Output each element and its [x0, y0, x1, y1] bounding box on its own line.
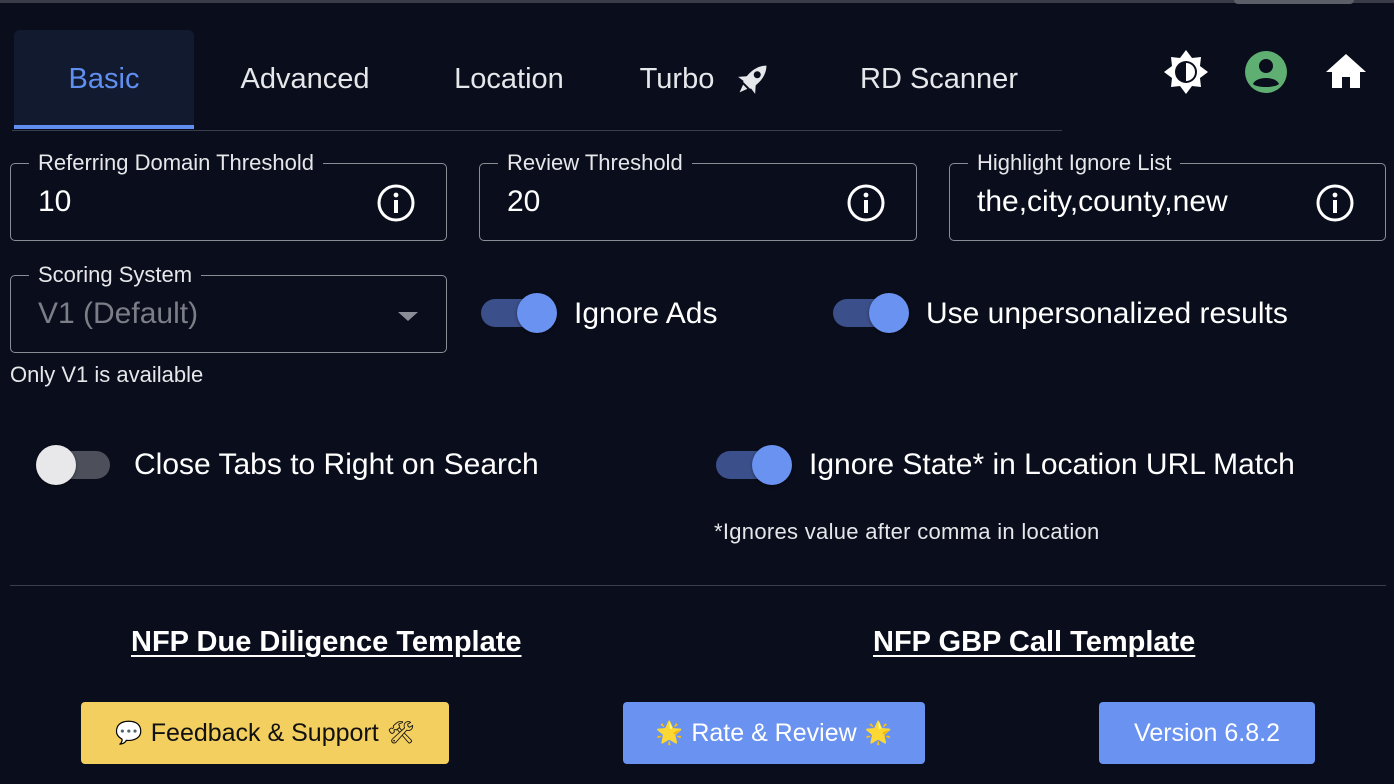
toggle-knob	[752, 445, 792, 485]
version-button[interactable]: Version 6.8.2	[1099, 702, 1315, 764]
window-scroll-handle	[1234, 0, 1354, 4]
ignore-state-label[interactable]: Ignore State* in Location URL Match	[809, 448, 1295, 482]
scoring-system-helper: Only V1 is available	[10, 362, 204, 387]
unpersonalized-results-toggle[interactable]	[833, 287, 909, 339]
home-icon[interactable]	[1324, 50, 1368, 94]
speech-bubble-icon: 💬	[115, 720, 143, 746]
rate-review-label: Rate & Review	[691, 718, 857, 747]
toggle-knob	[36, 445, 76, 485]
section-divider	[10, 585, 1386, 586]
review-threshold-value[interactable]: 20	[507, 185, 540, 219]
feedback-support-label: Feedback & Support	[150, 718, 379, 747]
account-icon[interactable]	[1244, 50, 1288, 94]
info-icon[interactable]	[376, 183, 416, 223]
ignore-ads-toggle[interactable]	[481, 287, 557, 339]
highlight-ignore-list-field[interactable]: Highlight Ignore List the,city,county,ne…	[949, 150, 1386, 241]
referring-domain-threshold-field[interactable]: Referring Domain Threshold 10	[10, 150, 447, 241]
settings-page: Basic Advanced Location Turbo RD Scanner	[0, 0, 1394, 784]
ignore-state-footnote: *Ignores value after comma in location	[714, 519, 1100, 544]
star-icon: 🌟	[864, 720, 893, 746]
gbp-call-template-link[interactable]: NFP GBP Call Template	[873, 626, 1195, 659]
tab-basic[interactable]: Basic	[14, 30, 194, 129]
review-threshold-label: Review Threshold	[498, 150, 692, 176]
close-tabs-toggle[interactable]	[36, 439, 112, 491]
tab-turbo-label: Turbo	[639, 62, 715, 95]
referring-domain-threshold-label: Referring Domain Threshold	[29, 150, 323, 176]
scoring-system-select[interactable]: Scoring System V1 (Default)	[10, 262, 447, 353]
toggle-knob	[869, 293, 909, 333]
ignore-ads-label[interactable]: Ignore Ads	[574, 297, 717, 331]
scoring-system-value: V1 (Default)	[38, 297, 199, 330]
tab-rd-scanner[interactable]: RD Scanner	[834, 30, 1044, 128]
star-icon: 🌟	[655, 720, 684, 746]
tab-location-label: Location	[454, 62, 564, 95]
due-diligence-template-link[interactable]: NFP Due Diligence Template	[131, 626, 522, 659]
tools-icon: 🛠	[386, 720, 415, 746]
brightness-icon[interactable]	[1164, 50, 1208, 94]
close-tabs-label[interactable]: Close Tabs to Right on Search	[134, 448, 539, 482]
highlight-ignore-list-value[interactable]: the,city,county,new	[977, 185, 1228, 219]
info-icon[interactable]	[846, 183, 886, 223]
tab-advanced[interactable]: Advanced	[212, 30, 398, 128]
tab-bar: Basic Advanced Location Turbo RD Scanner	[12, 30, 1062, 131]
feedback-support-button[interactable]: 💬 Feedback & Support 🛠	[81, 702, 449, 764]
rate-review-button[interactable]: 🌟 Rate & Review 🌟	[623, 702, 925, 764]
version-label: Version 6.8.2	[1134, 718, 1280, 747]
unpersonalized-results-label[interactable]: Use unpersonalized results	[926, 297, 1288, 331]
highlight-ignore-list-label: Highlight Ignore List	[968, 150, 1181, 176]
chevron-down-icon[interactable]	[398, 312, 418, 321]
referring-domain-threshold-value[interactable]: 10	[38, 185, 71, 219]
tab-location[interactable]: Location	[432, 30, 586, 128]
toggle-knob	[517, 293, 557, 333]
tab-basic-label: Basic	[68, 62, 140, 95]
window-top-edge	[0, 0, 1394, 3]
tab-rd-scanner-label: RD Scanner	[860, 62, 1018, 95]
info-icon[interactable]	[1315, 183, 1355, 223]
ignore-state-toggle[interactable]	[716, 439, 792, 491]
rocket-icon	[738, 65, 767, 94]
tab-turbo[interactable]: Turbo	[627, 30, 787, 128]
scoring-system-label: Scoring System	[29, 262, 202, 288]
review-threshold-field[interactable]: Review Threshold 20	[479, 150, 917, 241]
tab-advanced-label: Advanced	[240, 62, 370, 95]
